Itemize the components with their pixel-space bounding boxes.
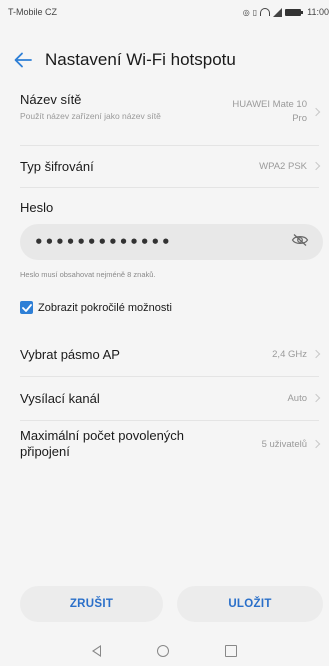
- battery-icon: [285, 8, 304, 16]
- checkbox-checked[interactable]: [20, 301, 33, 314]
- nfc-icon: ◎: [242, 7, 250, 17]
- save-button[interactable]: ULOŽIT: [177, 586, 323, 622]
- channel-value-text: Auto: [287, 392, 307, 404]
- max-connections-title-line1: Maximální počet povolených: [20, 428, 185, 443]
- cell-signal-icon: [273, 7, 283, 17]
- max-connections-value-text: 5 uživatelů: [261, 438, 307, 450]
- chevron-right-icon: [311, 349, 321, 359]
- nav-back-icon[interactable]: [92, 645, 101, 657]
- page-title: Nastavení Wi-Fi hotspotu: [45, 50, 236, 69]
- carrier-label: T-Mobile CZ: [8, 7, 58, 17]
- network-name-value-line1: HUAWEI Mate 10: [232, 99, 307, 110]
- clock: 11:00: [307, 7, 329, 17]
- password-label-row: Heslo: [0, 196, 329, 218]
- chevron-right-icon: [311, 393, 321, 403]
- nav-home-icon[interactable]: [157, 645, 169, 657]
- channel-row[interactable]: Vysílací kanál Auto: [0, 377, 329, 419]
- password-hint: Heslo musí obsahovat nejméně 8 znaků.: [20, 270, 156, 279]
- network-name-subtitle: Použít název zařízení jako název sítě: [20, 111, 161, 121]
- encryption-title: Typ šifrování: [20, 158, 94, 174]
- eye-off-icon[interactable]: [291, 233, 309, 252]
- channel-value: Auto: [287, 392, 321, 404]
- chevron-right-icon: [311, 439, 321, 449]
- encryption-value-text: WPA2 PSK: [259, 160, 307, 172]
- password-title: Heslo: [20, 199, 54, 215]
- status-icons: ◎ ▯ 11:00: [243, 7, 329, 17]
- max-connections-title-line2: připojení: [20, 444, 70, 459]
- advanced-options-label: Zobrazit pokročilé možnosti: [38, 301, 172, 314]
- max-connections-row[interactable]: Maximální počet povolených připojení 5 u…: [0, 421, 329, 467]
- ap-band-value-text: 2,4 GHz: [272, 348, 307, 360]
- advanced-options-toggle[interactable]: Zobrazit pokročilé možnosti: [20, 301, 172, 314]
- arrow-left-icon: [14, 52, 32, 68]
- back-button[interactable]: [4, 42, 42, 78]
- encryption-value: WPA2 PSK: [259, 160, 321, 172]
- ap-band-value: 2,4 GHz: [272, 348, 321, 360]
- vibrate-icon: ▯: [252, 7, 258, 17]
- app-bar: Nastavení Wi-Fi hotspotu: [0, 40, 329, 80]
- network-name-title: Název sítě: [20, 92, 82, 107]
- status-bar: T-Mobile CZ ◎ ▯ 11:00: [0, 0, 329, 24]
- network-name-value-line2: Pro: [292, 113, 307, 124]
- ap-band-row[interactable]: Vybrat pásmo AP 2,4 GHz: [0, 333, 329, 375]
- password-value[interactable]: •••••••••••••: [34, 233, 172, 251]
- max-connections-value: 5 uživatelů: [261, 438, 321, 450]
- network-name-value: HUAWEI Mate 10 Pro: [232, 98, 321, 126]
- encryption-row[interactable]: Typ šifrování WPA2 PSK: [0, 146, 329, 186]
- system-nav-bar: [0, 636, 329, 666]
- network-name-row[interactable]: Název sítě Použít název zařízení jako ná…: [0, 88, 329, 142]
- chevron-right-icon: [311, 161, 321, 171]
- nav-recents-icon[interactable]: [225, 645, 237, 657]
- ap-band-title: Vybrat pásmo AP: [20, 346, 120, 362]
- password-field[interactable]: •••••••••••••: [20, 224, 323, 260]
- cancel-button[interactable]: ZRUŠIT: [20, 586, 163, 622]
- checkmark-icon: [21, 303, 32, 312]
- channel-title: Vysílací kanál: [20, 390, 100, 406]
- chevron-right-icon: [311, 107, 321, 117]
- wifi-icon: [260, 8, 271, 16]
- divider: [20, 187, 319, 188]
